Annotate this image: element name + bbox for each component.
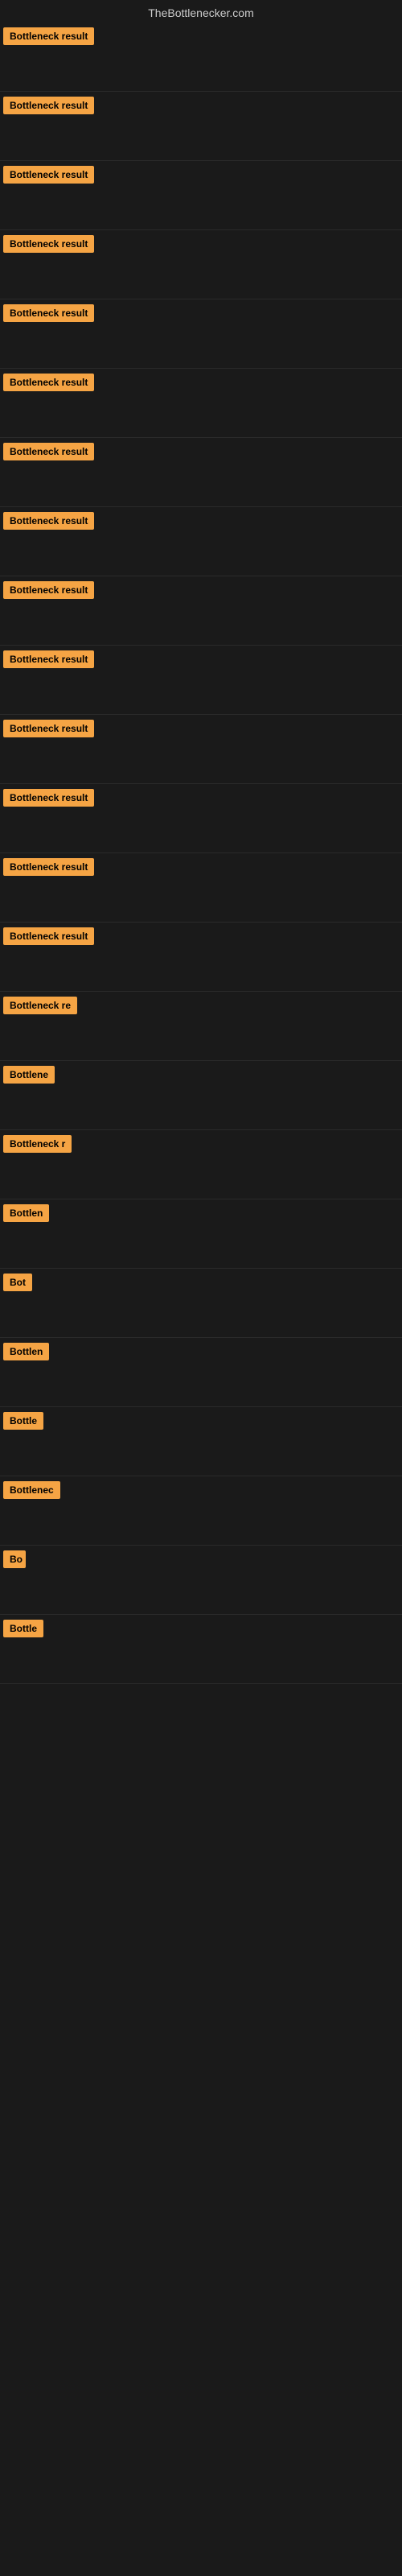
bottleneck-badge[interactable]: Bottlen bbox=[3, 1343, 49, 1360]
result-row: Bottleneck result bbox=[0, 923, 402, 992]
bottleneck-badge[interactable]: Bottleneck result bbox=[3, 166, 94, 184]
result-row: Bo bbox=[0, 1546, 402, 1615]
bottleneck-badge[interactable]: Bottleneck result bbox=[3, 858, 94, 876]
result-row: Bottle bbox=[0, 1615, 402, 1684]
bottleneck-badge[interactable]: Bottleneck result bbox=[3, 720, 94, 737]
result-row: Bottleneck result bbox=[0, 576, 402, 646]
bottleneck-badge[interactable]: Bottle bbox=[3, 1620, 43, 1637]
result-row: Bottleneck result bbox=[0, 161, 402, 230]
result-row: Bottleneck result bbox=[0, 438, 402, 507]
result-row: Bottleneck result bbox=[0, 299, 402, 369]
bottleneck-badge[interactable]: Bottlene bbox=[3, 1066, 55, 1084]
result-row: Bot bbox=[0, 1269, 402, 1338]
result-row: Bottleneck re bbox=[0, 992, 402, 1061]
result-row: Bottlenec bbox=[0, 1476, 402, 1546]
bottleneck-badge[interactable]: Bottleneck result bbox=[3, 374, 94, 391]
bottleneck-badge[interactable]: Bottleneck re bbox=[3, 997, 77, 1014]
result-row: Bottleneck result bbox=[0, 715, 402, 784]
bottleneck-badge[interactable]: Bottleneck result bbox=[3, 927, 94, 945]
bottleneck-badge[interactable]: Bottleneck result bbox=[3, 235, 94, 253]
bottleneck-badge[interactable]: Bottleneck r bbox=[3, 1135, 72, 1153]
result-row: Bottleneck result bbox=[0, 92, 402, 161]
bottleneck-badge[interactable]: Bottleneck result bbox=[3, 443, 94, 460]
bottleneck-badge[interactable]: Bottle bbox=[3, 1412, 43, 1430]
bottleneck-badge[interactable]: Bottleneck result bbox=[3, 97, 94, 114]
bottleneck-badge[interactable]: Bottleneck result bbox=[3, 650, 94, 668]
bottleneck-badge[interactable]: Bottleneck result bbox=[3, 581, 94, 599]
result-row: Bottlen bbox=[0, 1338, 402, 1407]
result-row: Bottle bbox=[0, 1407, 402, 1476]
bottleneck-badge[interactable]: Bottlen bbox=[3, 1204, 49, 1222]
bottleneck-badge[interactable]: Bottleneck result bbox=[3, 512, 94, 530]
bottleneck-badge[interactable]: Bot bbox=[3, 1274, 32, 1291]
bottleneck-badge[interactable]: Bo bbox=[3, 1550, 26, 1568]
bottleneck-badge[interactable]: Bottleneck result bbox=[3, 304, 94, 322]
site-title: TheBottlenecker.com bbox=[0, 0, 402, 23]
result-row: Bottleneck result bbox=[0, 230, 402, 299]
result-row: Bottleneck result bbox=[0, 646, 402, 715]
bottleneck-badge[interactable]: Bottlenec bbox=[3, 1481, 60, 1499]
page-wrapper: TheBottlenecker.com Bottleneck resultBot… bbox=[0, 0, 402, 2576]
bottleneck-badge[interactable]: Bottleneck result bbox=[3, 789, 94, 807]
result-row: Bottleneck result bbox=[0, 507, 402, 576]
result-row: Bottleneck r bbox=[0, 1130, 402, 1199]
result-row: Bottlene bbox=[0, 1061, 402, 1130]
bottleneck-badge[interactable]: Bottleneck result bbox=[3, 27, 94, 45]
results-container: Bottleneck result Bottleneck result Bottle… bbox=[0, 23, 402, 1684]
result-row: Bottleneck result bbox=[0, 784, 402, 853]
result-row: Bottleneck result bbox=[0, 23, 402, 92]
result-row: Bottlen bbox=[0, 1199, 402, 1269]
result-row: Bottleneck result bbox=[0, 369, 402, 438]
result-row: Bottleneck result bbox=[0, 853, 402, 923]
